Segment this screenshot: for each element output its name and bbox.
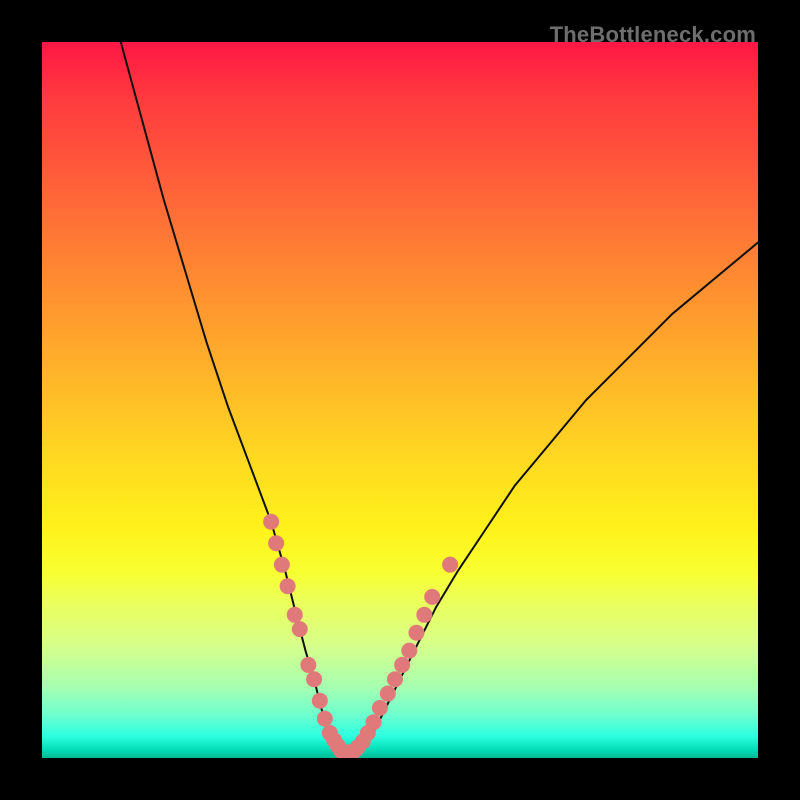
curve-layer xyxy=(42,42,758,758)
chart-frame: TheBottleneck.com xyxy=(0,0,800,800)
data-dots xyxy=(263,514,458,758)
watermark-text: TheBottleneck.com xyxy=(550,22,756,48)
bottleneck-curve xyxy=(121,42,758,756)
plot-area xyxy=(42,42,758,758)
